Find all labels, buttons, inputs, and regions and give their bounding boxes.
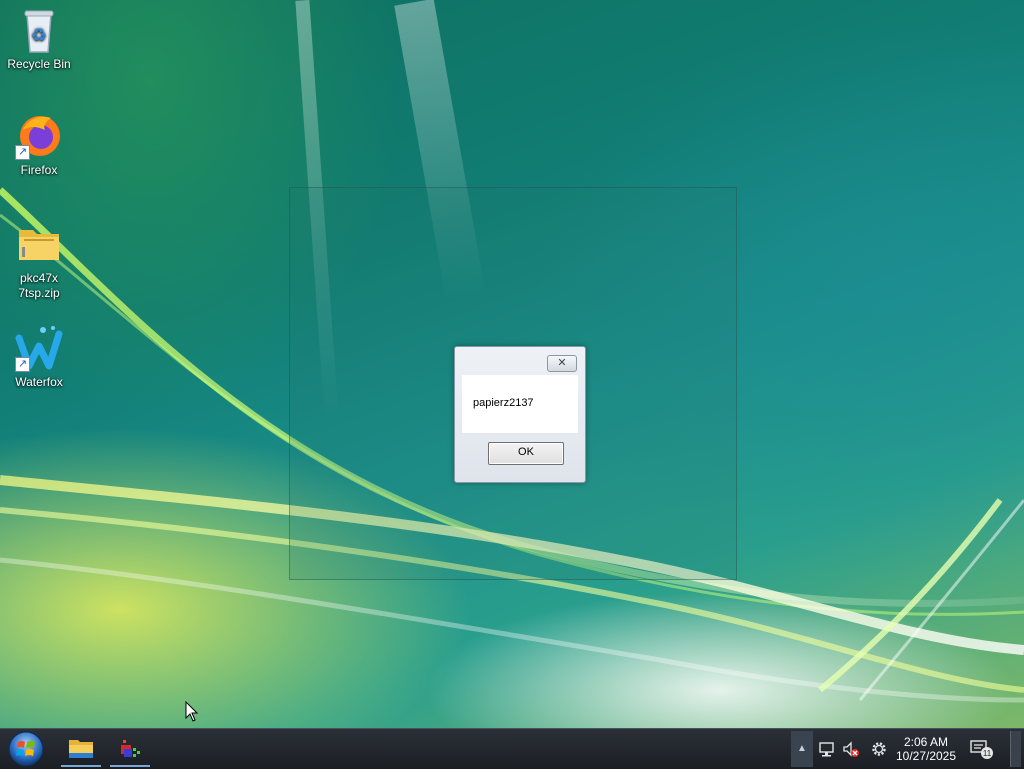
clock-time: 2:06 AM bbox=[903, 735, 949, 749]
windows-logo-icon bbox=[8, 731, 44, 767]
app-icon bbox=[121, 740, 140, 757]
recycle-bin-icon: ♻ bbox=[15, 6, 63, 54]
show-desktop-button[interactable] bbox=[1010, 731, 1021, 767]
desktop-icon-zip-file[interactable]: pkc47x 7tsp.zip bbox=[0, 220, 78, 301]
system-clock[interactable]: 2:06 AM 10/27/2025 bbox=[890, 735, 962, 763]
message-content-area: papierz2137 bbox=[462, 375, 578, 433]
start-button[interactable] bbox=[6, 730, 46, 768]
taskbar-file-explorer[interactable] bbox=[61, 731, 101, 767]
network-icon[interactable] bbox=[818, 740, 836, 758]
shortcut-arrow-icon: ↗ bbox=[15, 145, 30, 160]
taskbar: ▲ 2:06 AM 10/27/2025 11 bbox=[0, 728, 1024, 769]
svg-text:♻: ♻ bbox=[31, 25, 47, 46]
volume-muted-icon[interactable] bbox=[842, 740, 860, 758]
desktop: ♻ Recycle Bin ↗ Firefox pkc47x 7tsp.zip bbox=[0, 0, 1024, 728]
notification-count: 11 bbox=[983, 749, 992, 758]
active-indicator bbox=[110, 765, 150, 767]
ok-button[interactable]: OK bbox=[488, 442, 564, 465]
taskbar-app[interactable] bbox=[110, 731, 150, 767]
mouse-cursor-icon bbox=[185, 701, 199, 722]
show-hidden-icons-button[interactable]: ▲ bbox=[791, 731, 813, 767]
desktop-icon-waterfox[interactable]: ↗ Waterfox bbox=[0, 324, 78, 390]
notification-icon: 11 bbox=[970, 740, 993, 759]
shortcut-arrow-icon: ↗ bbox=[15, 357, 30, 372]
active-indicator bbox=[61, 765, 101, 767]
file-explorer-icon bbox=[69, 740, 93, 758]
message-dialog[interactable]: ✕ papierz2137 OK bbox=[454, 346, 586, 483]
desktop-icon-label: Waterfox bbox=[15, 375, 63, 389]
gear-icon[interactable] bbox=[870, 740, 888, 758]
desktop-icon-recycle-bin[interactable]: ♻ Recycle Bin bbox=[0, 6, 78, 72]
desktop-icon-firefox[interactable]: ↗ Firefox bbox=[0, 112, 78, 178]
close-button[interactable]: ✕ bbox=[547, 355, 577, 372]
desktop-icon-label: Firefox bbox=[20, 163, 58, 177]
waterfox-icon: ↗ bbox=[15, 324, 63, 372]
message-text: papierz2137 bbox=[473, 397, 534, 409]
close-icon: ✕ bbox=[557, 357, 567, 369]
zip-folder-icon bbox=[15, 220, 63, 268]
desktop-icon-label: pkc47x 7tsp.zip bbox=[18, 271, 60, 300]
firefox-icon: ↗ bbox=[15, 112, 63, 160]
desktop-icon-label: Recycle Bin bbox=[7, 57, 71, 71]
clock-date: 10/27/2025 bbox=[895, 749, 957, 763]
chevron-up-icon: ▲ bbox=[797, 743, 807, 754]
notification-center-button[interactable]: 11 bbox=[970, 740, 994, 759]
